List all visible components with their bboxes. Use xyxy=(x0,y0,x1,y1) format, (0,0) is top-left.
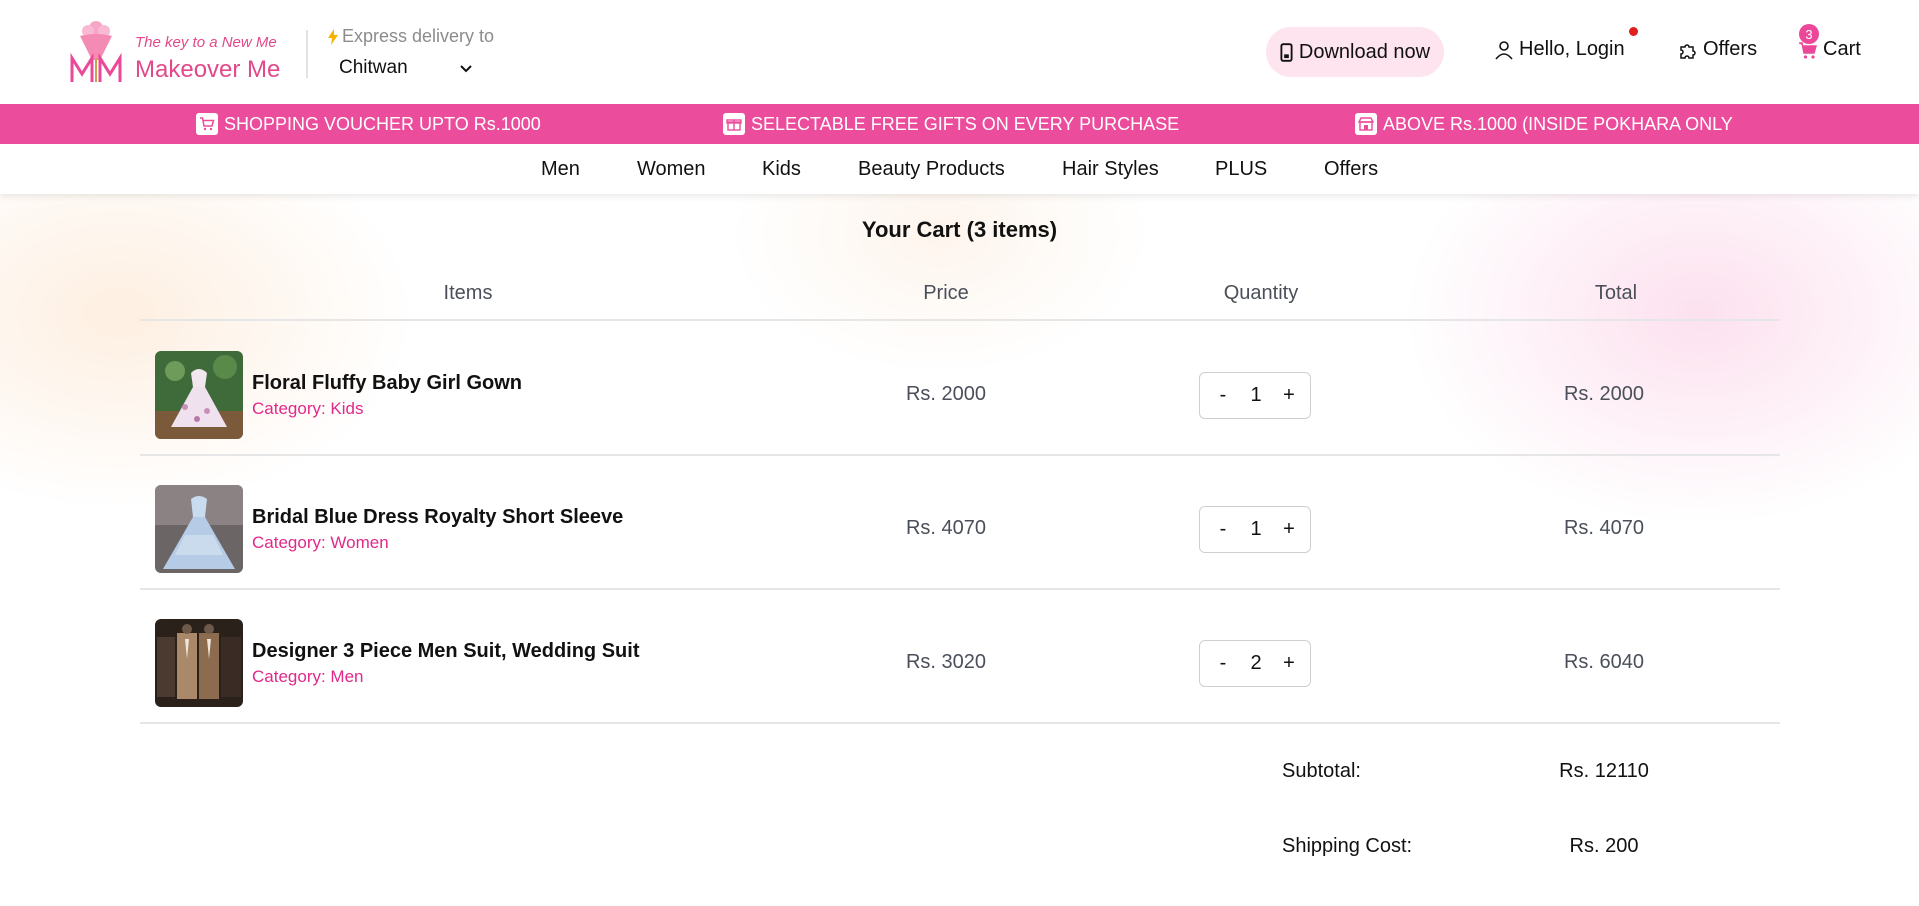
nav-item-hair-styles[interactable]: Hair Styles xyxy=(1062,144,1159,194)
decrease-quantity-button[interactable]: - xyxy=(1214,518,1232,541)
nav-item-men[interactable]: Men xyxy=(541,144,580,194)
brand-name[interactable]: Makeover Me xyxy=(135,56,280,84)
product-category: Category: Kids xyxy=(252,399,364,418)
product-image[interactable] xyxy=(155,351,243,439)
store-icon xyxy=(1355,113,1377,135)
product-image[interactable] xyxy=(155,485,243,573)
cart-title: Your Cart (3 items) xyxy=(861,217,1058,242)
cart-count-badge: 3 xyxy=(1799,24,1819,44)
product-name[interactable]: Designer 3 Piece Men Suit, Wedding Suit xyxy=(252,640,639,663)
location-select[interactable]: Chitwan xyxy=(339,57,474,79)
lightning-icon xyxy=(328,28,338,45)
column-header-items: Items xyxy=(443,282,493,304)
shipping-cost-label: Shipping Cost: xyxy=(1282,835,1413,857)
offers-label: Offers xyxy=(1703,38,1758,60)
phone-icon xyxy=(1280,42,1293,62)
quantity-stepper: - 2 + xyxy=(1199,640,1311,687)
express-delivery: Express delivery to xyxy=(327,26,494,47)
login-label: Hello, Login xyxy=(1519,38,1625,60)
cart-row: Bridal Blue Dress Royalty Short Sleeve C… xyxy=(140,455,1780,589)
site-header: The key to a New Me Makeover Me Express … xyxy=(0,0,1919,104)
nav-item-beauty-products[interactable]: Beauty Products xyxy=(858,144,1005,194)
nav-item-offers[interactable]: Offers xyxy=(1324,144,1378,194)
express-label: Express delivery to xyxy=(342,26,495,46)
cart-page: Your Cart (3 items) Items Price Quantity… xyxy=(0,194,1919,906)
download-app-button[interactable]: Download now xyxy=(1266,27,1444,77)
offers-link[interactable]: Offers xyxy=(1678,38,1757,61)
cart-icon xyxy=(196,113,218,135)
download-label: Download now xyxy=(1298,40,1431,63)
brand-tagline: The key to a New Me xyxy=(135,34,277,51)
quantity-value: 1 xyxy=(1250,384,1262,406)
quantity-value: 2 xyxy=(1250,652,1262,674)
brand-logo[interactable] xyxy=(68,18,124,88)
product-price: Rs. 2000 xyxy=(905,383,987,405)
promo-gifts: SELECTABLE FREE GIFTS ON EVERY PURCHASE xyxy=(723,104,1179,144)
product-image[interactable] xyxy=(155,619,243,707)
product-category: Category: Men xyxy=(252,667,364,686)
column-header-total: Total xyxy=(1594,282,1638,304)
login-link[interactable]: Hello, Login xyxy=(1494,38,1625,61)
increase-quantity-button[interactable]: + xyxy=(1280,652,1298,675)
nav-item-women[interactable]: Women xyxy=(637,144,706,194)
promo-text: SHOPPING VOUCHER UPTO Rs.1000 xyxy=(224,113,541,134)
shipping-cost-value: Rs. 200 xyxy=(1569,835,1639,857)
increase-quantity-button[interactable]: + xyxy=(1280,384,1298,407)
product-price: Rs. 3020 xyxy=(905,651,987,673)
nav-item-kids[interactable]: Kids xyxy=(762,144,801,194)
product-name[interactable]: Floral Fluffy Baby Girl Gown xyxy=(252,372,522,395)
promo-shipping: ABOVE Rs.1000 (INSIDE POKHARA ONLY xyxy=(1355,104,1733,144)
subtotal-value: Rs. 12110 xyxy=(1559,760,1649,782)
cart-label: Cart xyxy=(1823,38,1861,60)
notification-dot xyxy=(1629,27,1638,36)
gift-icon xyxy=(723,113,745,135)
increase-quantity-button[interactable]: + xyxy=(1280,518,1298,541)
chevron-down-icon xyxy=(460,65,472,73)
cart-row: Designer 3 Piece Men Suit, Wedding Suit … xyxy=(140,589,1780,723)
decrease-quantity-button[interactable]: - xyxy=(1214,384,1232,407)
line-total: Rs. 6040 xyxy=(1563,651,1645,673)
location-value: Chitwan xyxy=(339,57,408,78)
quantity-stepper: - 1 + xyxy=(1199,372,1311,419)
product-name[interactable]: Bridal Blue Dress Royalty Short Sleeve xyxy=(252,506,623,529)
promo-text: SELECTABLE FREE GIFTS ON EVERY PURCHASE xyxy=(751,113,1180,134)
row-divider-line xyxy=(140,722,1780,724)
puzzle-icon xyxy=(1680,43,1696,59)
decrease-quantity-button[interactable]: - xyxy=(1214,652,1232,675)
quantity-value: 1 xyxy=(1250,518,1262,540)
line-total: Rs. 4070 xyxy=(1563,517,1645,539)
promo-voucher: SHOPPING VOUCHER UPTO Rs.1000 xyxy=(196,104,541,144)
subtotal-label: Subtotal: xyxy=(1282,760,1361,782)
line-total: Rs. 2000 xyxy=(1563,383,1645,405)
user-icon xyxy=(1495,40,1513,60)
header-divider xyxy=(306,30,308,78)
nav-item-plus[interactable]: PLUS xyxy=(1215,144,1267,194)
column-header-quantity: Quantity xyxy=(1223,282,1299,304)
cart-row: Floral Fluffy Baby Girl Gown Category: K… xyxy=(140,321,1780,455)
promo-text: ABOVE Rs.1000 (INSIDE POKHARA ONLY xyxy=(1383,113,1733,134)
quantity-stepper: - 1 + xyxy=(1199,506,1311,553)
promo-strip: SHOPPING VOUCHER UPTO Rs.1000 SELECTABLE… xyxy=(0,104,1919,144)
column-header-price: Price xyxy=(923,282,969,304)
product-price: Rs. 4070 xyxy=(905,517,987,539)
product-category: Category: Women xyxy=(252,533,389,552)
category-nav: Men Women Kids Beauty Products Hair Styl… xyxy=(0,144,1919,194)
